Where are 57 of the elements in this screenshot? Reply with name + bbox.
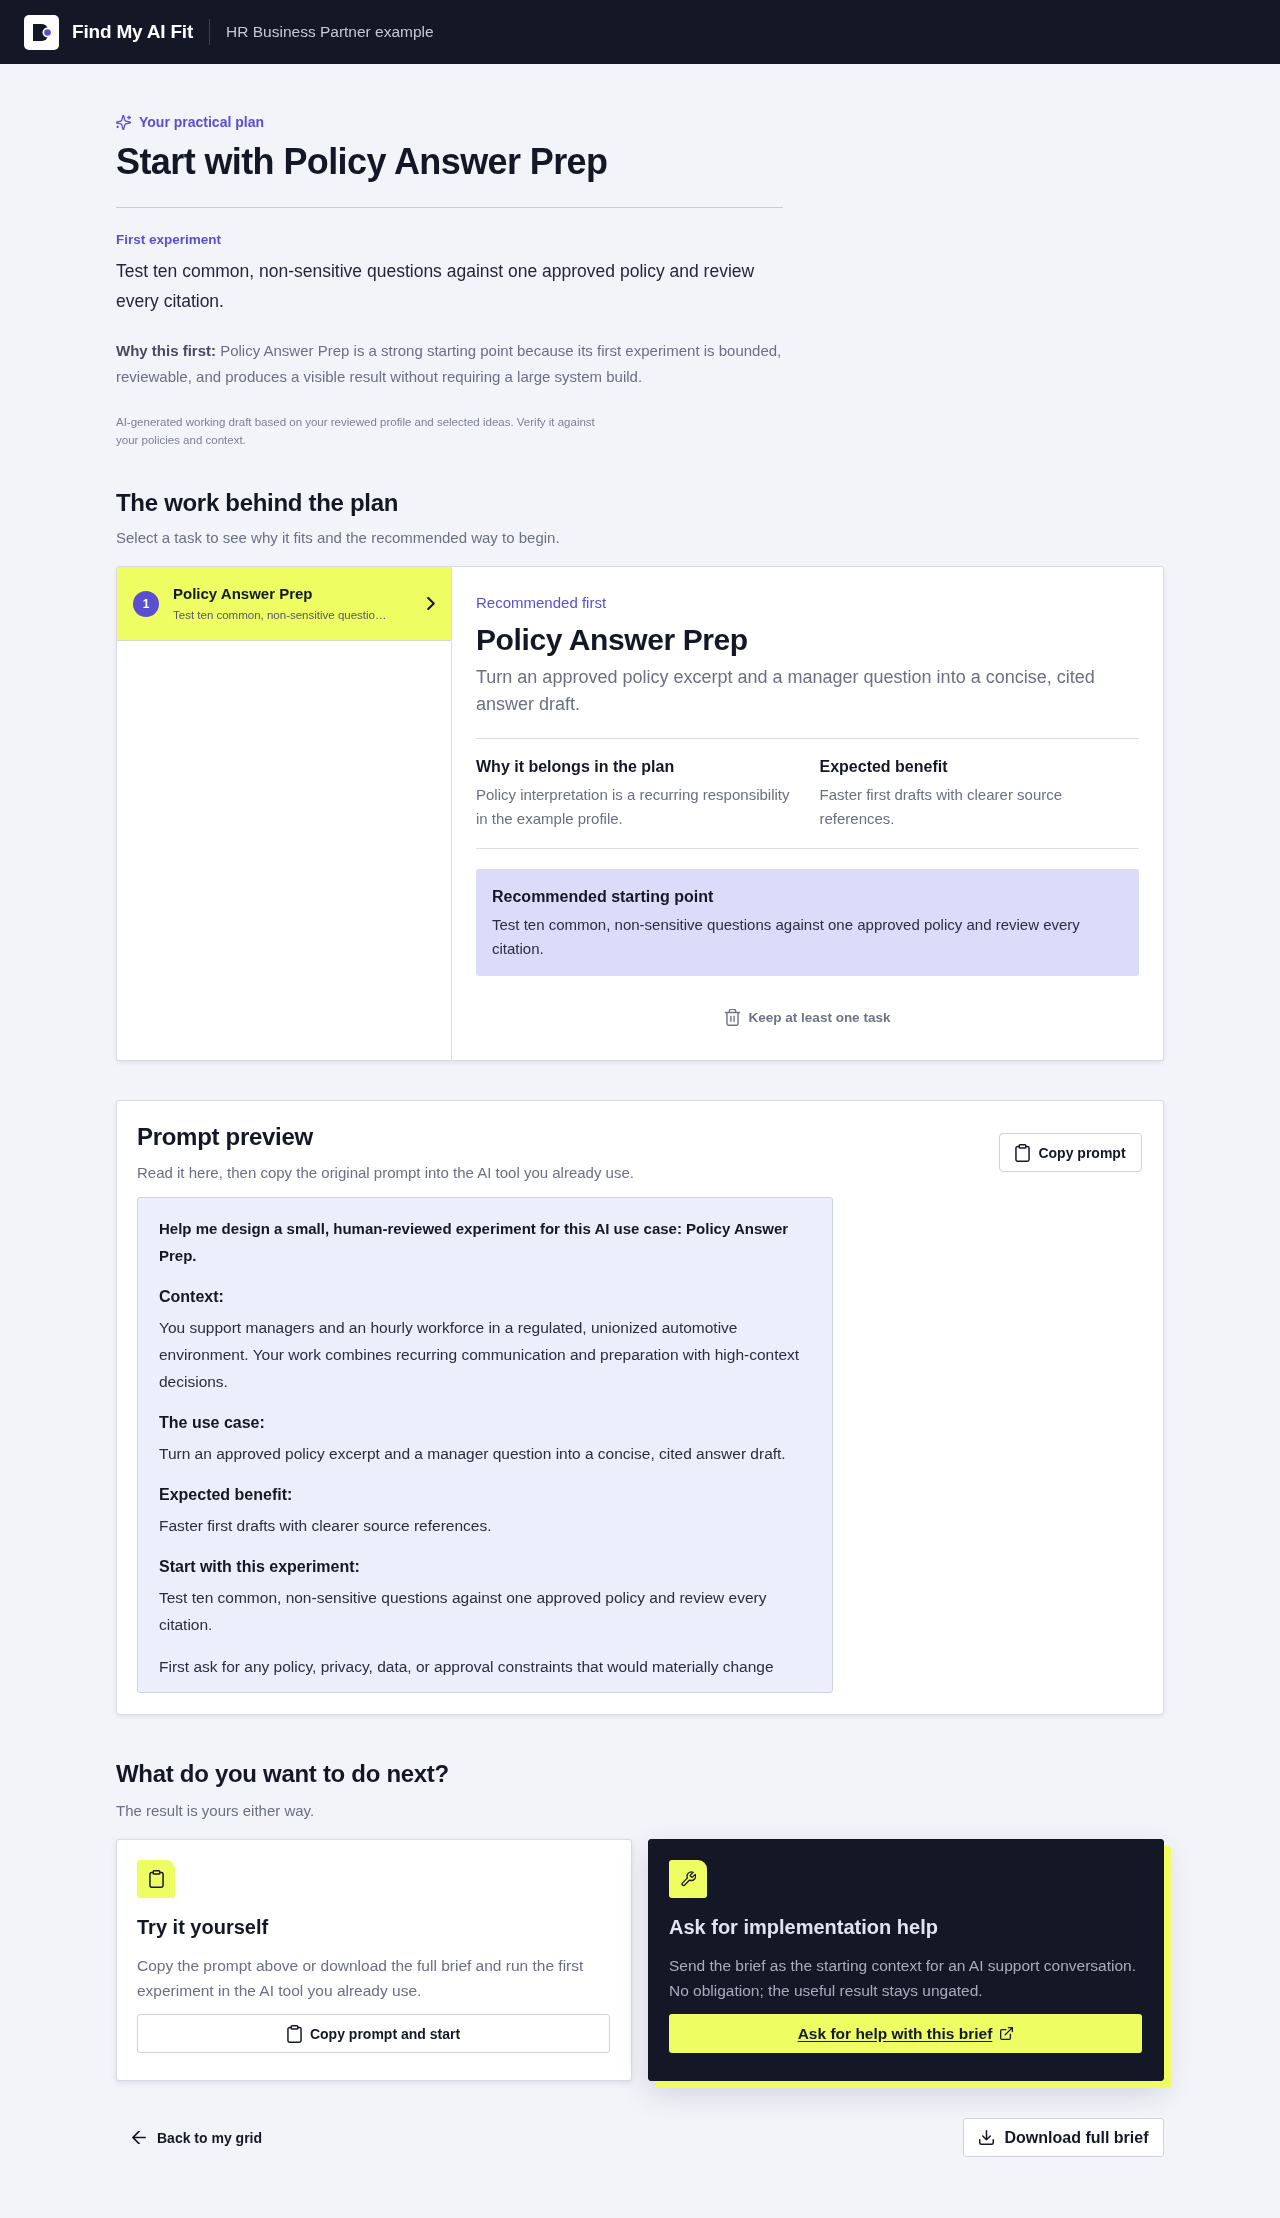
task-number: 1 [133, 590, 159, 617]
logo-icon[interactable] [24, 14, 59, 50]
callout-text: Test ten common, non-sensitive questions against one approved policy and review every citation. [492, 915, 1081, 959]
why-first-text: Why this first: Policy Answer Prep is a strong starting point because its first experiment is bounded, reviewable, and produces a visible result without requiring a large system build. [116, 341, 783, 387]
prompt-title: Prompt preview [137, 1122, 314, 1152]
option-text: Send the brief as the starting context for an AI support conversation. No obligation; the useful result stays ungated. [669, 1956, 1137, 2001]
plan-eyebrow: Your practical plan [139, 114, 264, 130]
download-icon [978, 2130, 994, 2145]
plan-title: Start with Policy Answer Prep [116, 140, 609, 184]
task-item[interactable]: 1 Policy Answer Prep Test ten common, non-sensitive questio… [117, 567, 451, 641]
column-heading: Why it belongs in the plan [476, 757, 676, 777]
experiment-text: Test ten common, non-sensitive questions against one approved policy and review every citation. [116, 260, 756, 313]
section-subtitle: The result is yours either way. [116, 1801, 316, 1821]
chevron-right-icon [427, 597, 435, 610]
prompt-paragraph: You support managers and an hourly workforce in a regulated, unionized automotive environment. Your work combines recurring communication and preparation with high-context decisions. [159, 1318, 801, 1392]
task-title: Policy Answer Prep [173, 584, 314, 604]
column-text: Policy interpretation is a recurring responsibility in the example profile. [476, 785, 791, 829]
clipboard-icon [1015, 1143, 1031, 1162]
section-subtitle: Select a task to see why it fits and the recommended way to begin. [116, 528, 561, 548]
section-title: What do you want to do next? [116, 1759, 450, 1789]
clipboard-icon [286, 2024, 302, 2043]
ask-help-button[interactable]: Ask for help with this brief [669, 2014, 1142, 2053]
detail-title: Policy Answer Prep [476, 622, 749, 658]
prompt-lead: Help me design a small, human-reviewed experiment for this AI use case: Policy Answer Prep. [159, 1219, 790, 1266]
prompt-heading: Expected benefit: [159, 1485, 294, 1505]
trash-icon [724, 1008, 740, 1026]
prompt-heading: Start with this experiment: [159, 1557, 361, 1577]
clipboard-icon [137, 1860, 175, 1898]
disclaimer-text: AI-generated working draft based on your reviewed profile and selected ideas. Verify it against your policies and context. [116, 415, 596, 448]
detail-description: Turn an approved policy excerpt and a manager question into a concise, cited answer draft. [476, 666, 1096, 716]
brand-name: Find My AI Fit [72, 21, 194, 43]
copy-prompt-button[interactable]: Copy prompt [999, 1133, 1142, 1172]
prompt-paragraph: Turn an approved policy excerpt and a manager question into a concise, cited answer draft. [159, 1444, 787, 1464]
prompt-paragraph: Faster first drafts with clearer source references. [159, 1516, 493, 1536]
experiment-label: First experiment [116, 231, 223, 249]
prompt-heading: Context: [159, 1287, 225, 1307]
prompt-heading: The use case: [159, 1413, 266, 1433]
callout-heading: Recommended starting point [492, 887, 715, 907]
prompt-subtitle: Read it here, then copy the original prompt into the AI tool you already use. [137, 1163, 634, 1183]
wrench-icon [669, 1860, 707, 1898]
option-title: Try it yourself [137, 1915, 270, 1940]
column-heading: Expected benefit [819, 757, 949, 777]
arrow-left-icon [132, 2131, 146, 2144]
external-link-icon [1000, 2027, 1014, 2040]
option-text: Copy the prompt above or download the full brief and run the first experiment in the AI tool you already use. [137, 1956, 585, 2001]
task-summary: Test ten common, non-sensitive questio… [173, 608, 388, 623]
download-button[interactable]: Download full brief [963, 2118, 1164, 2157]
prompt-paragraph: Test ten common, non-sensitive questions against one approved policy and review every citation. [159, 1588, 768, 1635]
prompt-paragraph: First ask for any policy, privacy, data, or approval constraints that would materially change [159, 1657, 775, 1677]
back-link[interactable]: Back to my grid [116, 2118, 279, 2157]
column-text: Faster first drafts with clearer source references. [819, 785, 1064, 829]
section-title: The work behind the plan [116, 488, 400, 518]
header-context: HR Business Partner example [226, 23, 434, 41]
copy-prompt-start-button[interactable]: Copy prompt and start [137, 2014, 610, 2053]
sparkle-icon [116, 114, 131, 130]
detail-eyebrow: Recommended first [476, 593, 608, 613]
option-title: Ask for implementation help [669, 1915, 939, 1940]
